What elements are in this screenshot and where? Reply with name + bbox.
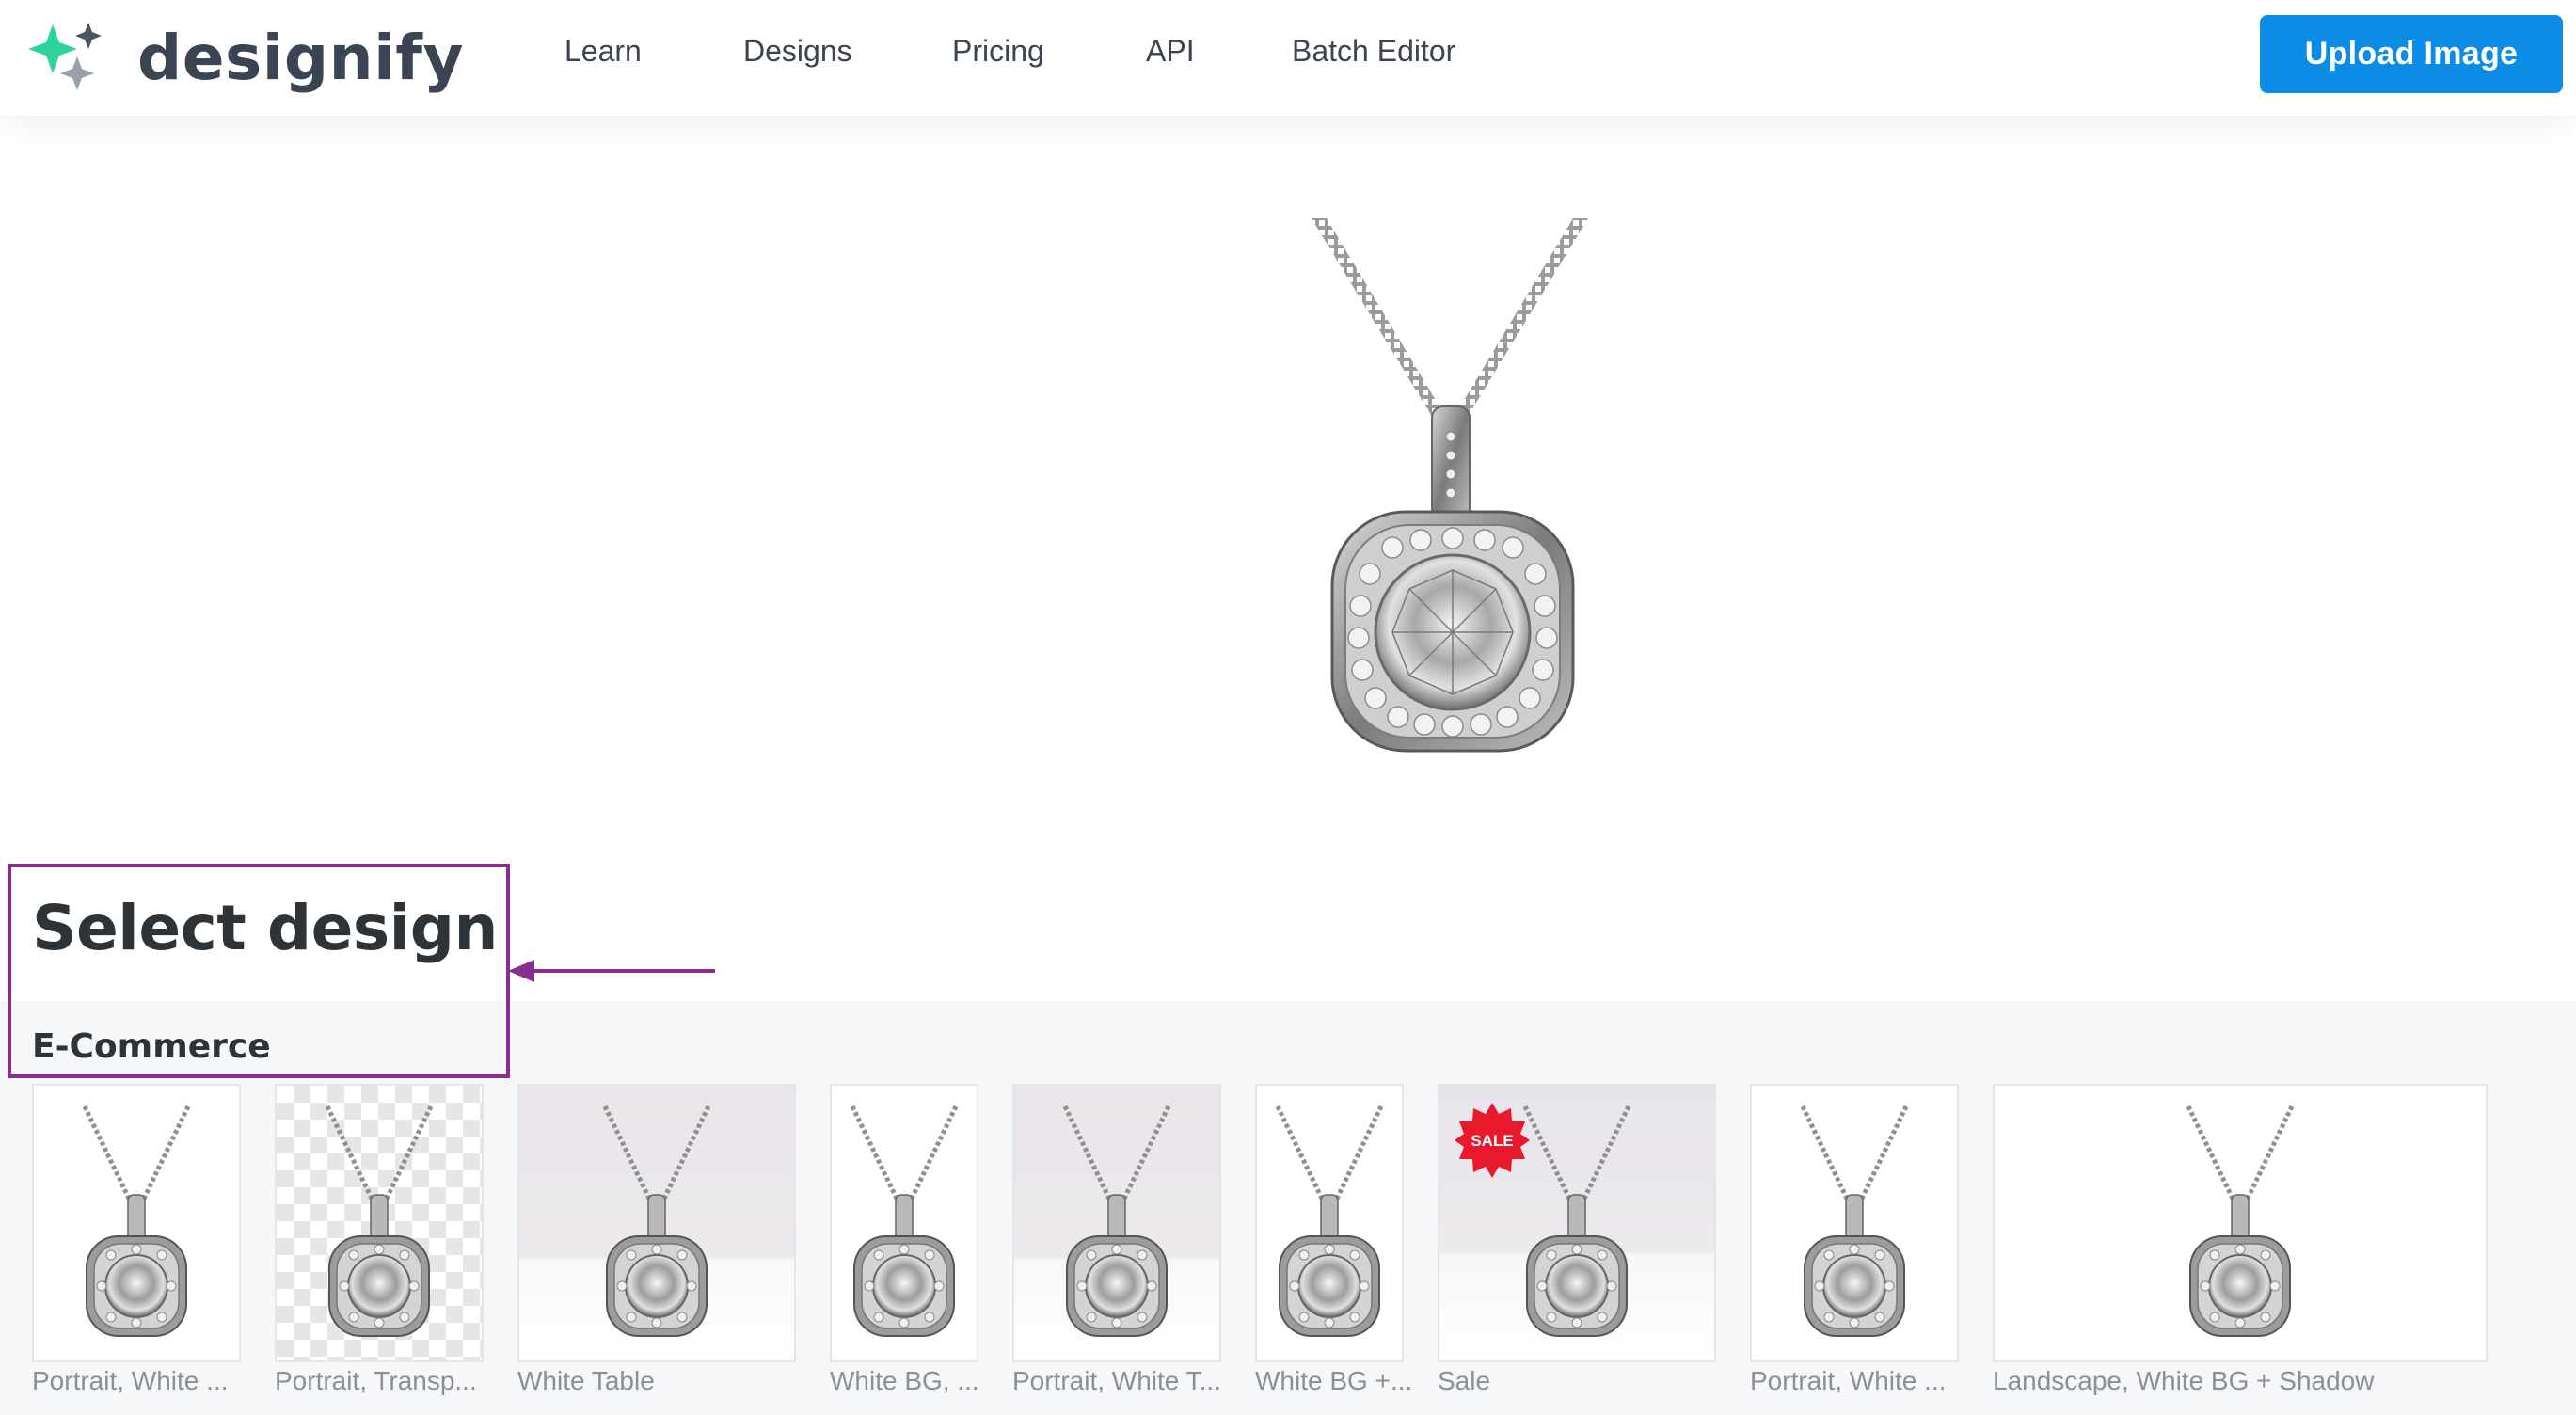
pendant-thumbnail-image — [66, 1105, 207, 1351]
design-thumb-sale[interactable]: SALE — [1438, 1084, 1716, 1362]
annotation-highlight-box — [8, 864, 510, 1078]
design-thumb-white-table[interactable] — [517, 1084, 796, 1362]
pendant-thumbnail-image — [2170, 1105, 2311, 1351]
logo[interactable]: designify — [28, 17, 464, 98]
nav-pricing[interactable]: Pricing — [952, 34, 1044, 69]
sale-badge-text: SALE — [1471, 1132, 1513, 1150]
design-thumb-portrait-white[interactable] — [32, 1084, 241, 1362]
pendant-thumbnail-image — [586, 1105, 727, 1351]
design-thumb-landscape-white-shadow[interactable] — [1993, 1084, 2488, 1362]
design-label: White BG, ... — [830, 1366, 979, 1395]
design-label: Portrait, White ... — [1750, 1366, 1947, 1395]
design-thumb-portrait-transparent[interactable] — [275, 1084, 484, 1362]
design-label: White Table — [517, 1366, 655, 1395]
top-nav-bar: designify Learn Designs Pricing API Batc… — [0, 0, 2576, 116]
design-label: Portrait, White ... — [32, 1366, 229, 1395]
design-label: Portrait, White T... — [1012, 1366, 1221, 1395]
design-label: Landscape, White BG + Shadow — [1993, 1366, 2375, 1395]
pendant-thumbnail-image — [1259, 1105, 1400, 1351]
product-preview-image — [1312, 218, 1588, 753]
upload-image-button[interactable]: Upload Image — [2260, 15, 2563, 93]
pendant-thumbnail-image — [1046, 1105, 1187, 1351]
sale-badge-icon: SALE — [1455, 1103, 1530, 1178]
nav-designs[interactable]: Designs — [743, 34, 852, 69]
pendant-thumbnail-image — [834, 1105, 975, 1351]
annotation-arrow-icon — [508, 960, 715, 982]
design-thumb-portrait-white-2[interactable] — [1750, 1084, 1959, 1362]
nav-batch-editor[interactable]: Batch Editor — [1292, 34, 1455, 69]
design-thumb-portrait-white-table[interactable] — [1012, 1084, 1221, 1362]
design-label: Sale — [1438, 1366, 1491, 1395]
design-thumb-white-bg-plus[interactable] — [1255, 1084, 1404, 1362]
logo-text: designify — [137, 21, 465, 94]
design-label: White BG +... — [1255, 1366, 1413, 1395]
design-thumb-white-bg[interactable] — [830, 1084, 978, 1362]
nav-learn[interactable]: Learn — [564, 34, 642, 69]
pendant-thumbnail-image — [309, 1105, 450, 1351]
nav-api[interactable]: API — [1146, 34, 1195, 69]
pendant-thumbnail-image — [1784, 1105, 1925, 1351]
design-label: Portrait, Transp... — [275, 1366, 477, 1395]
sparkle-logo-icon — [28, 23, 102, 90]
